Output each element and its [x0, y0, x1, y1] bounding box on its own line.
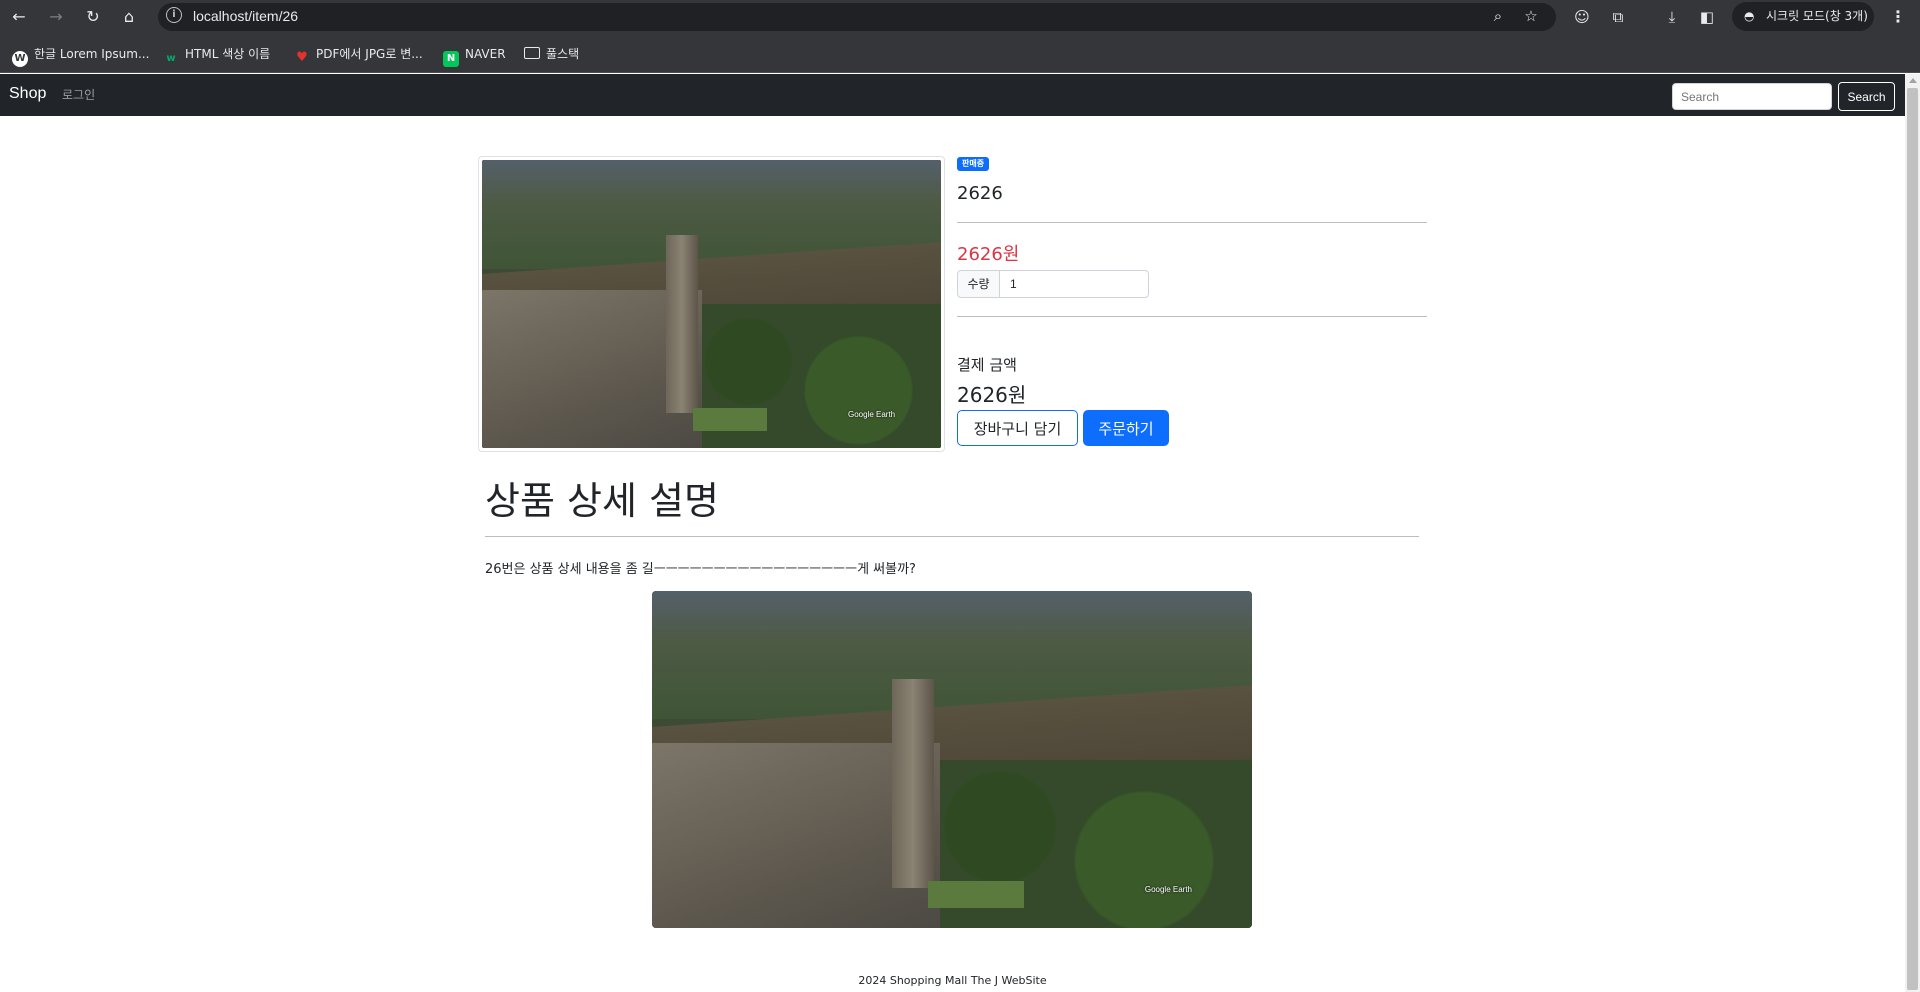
- divider: [957, 222, 1427, 223]
- quantity-label: 수량: [957, 270, 1000, 298]
- product-image: Google Earth: [478, 156, 945, 452]
- naver-icon: N: [443, 51, 459, 67]
- search-button[interactable]: Search: [1838, 82, 1895, 111]
- detail-image: Google Earth: [652, 591, 1252, 928]
- folder-icon: [524, 47, 540, 59]
- bookmark-naver[interactable]: N NAVER: [443, 45, 506, 67]
- divider: [957, 316, 1427, 317]
- status-badge: 판매중: [957, 157, 990, 171]
- home-icon[interactable]: ⌂: [118, 6, 140, 28]
- bookmark-html-colors[interactable]: w HTML 색상 이름: [163, 45, 271, 64]
- divider: [485, 536, 1419, 537]
- reload-icon[interactable]: ↻: [82, 6, 104, 28]
- incognito-icon: ◓: [1744, 9, 1755, 23]
- extensions-puzzle-icon[interactable]: ⧉: [1607, 6, 1629, 28]
- product-price: 2626원: [957, 244, 1020, 265]
- wordpress-icon: W: [12, 51, 28, 67]
- add-to-cart-button[interactable]: 장바구니 담기: [957, 410, 1078, 446]
- quantity-input[interactable]: [999, 270, 1149, 298]
- address-bar-url[interactable]: localhost/item/26: [193, 8, 298, 24]
- scrollbar-thumb[interactable]: [1907, 88, 1918, 990]
- heart-pdf-icon: ♥: [296, 50, 308, 65]
- browser-toolbar: ← → ↻ ⌂ i localhost/item/26 ⌕ ☆ ☺ ⧉ ⤓ ◧ …: [0, 0, 1920, 33]
- bookmark-label: PDF에서 JPG로 변...: [316, 47, 423, 61]
- zoom-icon[interactable]: ⌕: [1489, 7, 1507, 25]
- login-link[interactable]: 로그인: [62, 86, 95, 103]
- back-arrow-icon[interactable]: ←: [8, 6, 30, 28]
- payment-label: 결제 금액: [957, 356, 1017, 374]
- quantity-group: 수량: [957, 270, 1192, 298]
- extension-face-icon[interactable]: ☺: [1571, 6, 1593, 28]
- aerial-photo: Google Earth: [652, 591, 1252, 928]
- bookmark-star-icon[interactable]: ☆: [1522, 7, 1540, 25]
- site-info-icon[interactable]: i: [166, 7, 182, 23]
- footer-text: 2024 Shopping Mall The J WebSite: [858, 974, 1047, 987]
- bookmark-label: HTML 색상 이름: [185, 47, 271, 61]
- side-panel-icon[interactable]: ◧: [1696, 6, 1718, 28]
- bookmark-pdf-to-jpg[interactable]: ♥ PDF에서 JPG로 변...: [294, 45, 423, 65]
- bookmark-label: 한글 Lorem Ipsum...: [34, 47, 150, 61]
- brand-link[interactable]: Shop: [9, 85, 46, 103]
- detail-text: 26번은 상품 상세 내용을 좀 길ㅡㅡㅡㅡㅡㅡㅡㅡㅡㅡㅡㅡㅡㅡㅡㅡㅡ게 써볼까…: [485, 562, 916, 577]
- address-bar[interactable]: [158, 3, 1556, 31]
- product-name: 2626: [957, 183, 1003, 204]
- forward-arrow-icon[interactable]: →: [45, 6, 67, 28]
- image-watermark: Google Earth: [847, 410, 896, 420]
- site-navbar: Shop 로그인 Search: [0, 74, 1905, 116]
- download-icon[interactable]: ⤓: [1661, 6, 1683, 28]
- scroll-up-arrow-icon[interactable]: [1909, 78, 1917, 83]
- w3-icon: w: [166, 53, 176, 64]
- search-input[interactable]: [1672, 83, 1832, 110]
- image-watermark: Google Earth: [1144, 885, 1192, 895]
- payment-amount: 2626원: [957, 383, 1027, 407]
- incognito-indicator[interactable]: ◓ 시크릿 모드(창 3개): [1732, 2, 1874, 31]
- bookmarks-bar: W 한글 Lorem Ipsum... w HTML 색상 이름 ♥ PDF에서 JP…: [0, 33, 1920, 73]
- bookmark-lorem-ipsum[interactable]: W 한글 Lorem Ipsum...: [12, 45, 150, 67]
- browser-menu-icon[interactable]: ⋮: [1890, 6, 1906, 28]
- incognito-label: 시크릿 모드(창 3개): [1766, 9, 1868, 23]
- detail-title: 상품 상세 설명: [485, 479, 719, 523]
- aerial-photo: Google Earth: [482, 160, 941, 448]
- bookmark-label: 풀스택: [546, 47, 580, 61]
- bookmark-folder-fullstack[interactable]: 풀스택: [524, 45, 579, 63]
- order-button[interactable]: 주문하기: [1083, 410, 1169, 446]
- bookmark-label: NAVER: [465, 47, 506, 61]
